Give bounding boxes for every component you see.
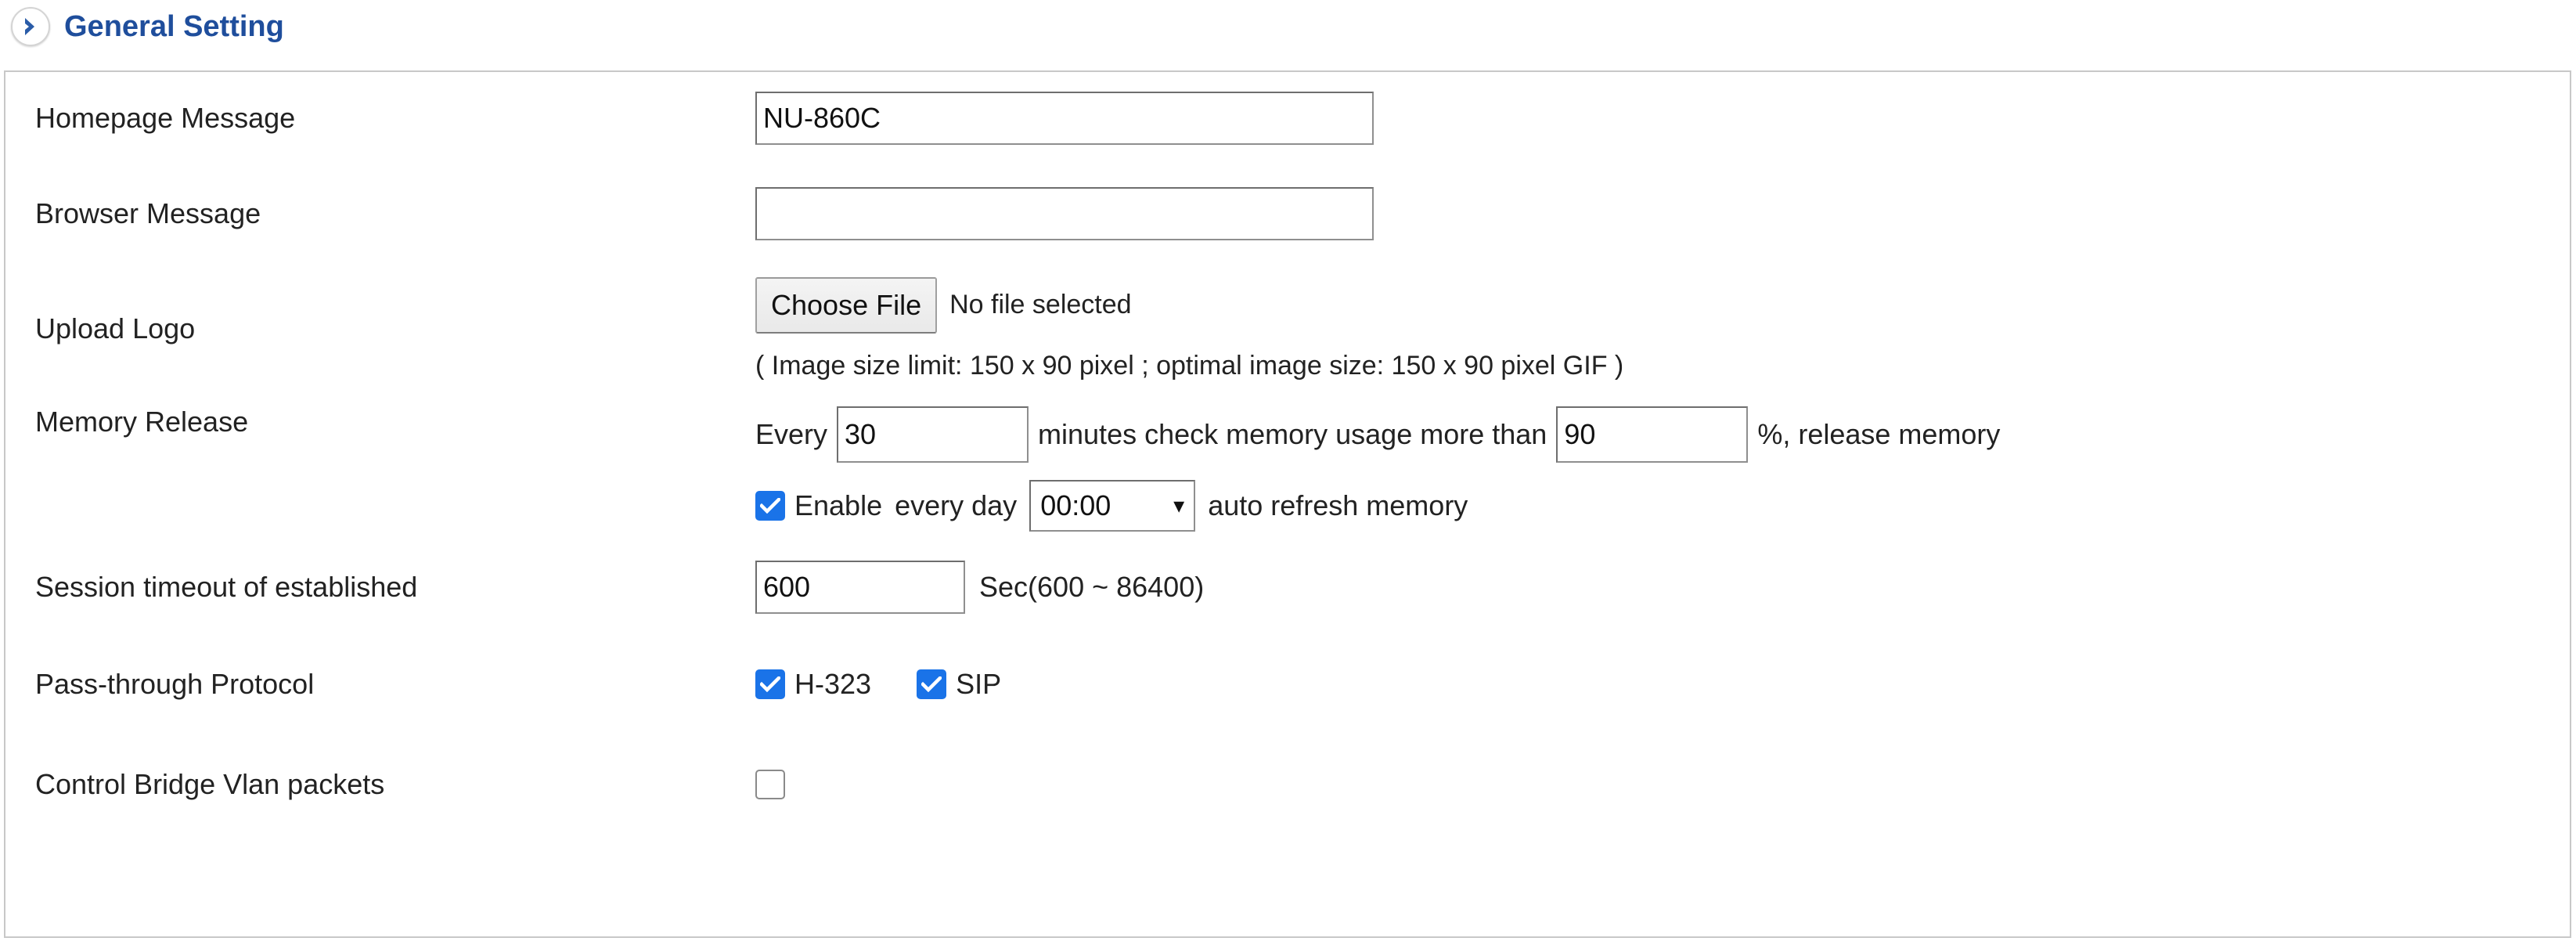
memory-time-value: 00:00 [1040,489,1111,521]
memory-auto-refresh-line: Enable every day 00:00 ▾ auto refresh me… [755,480,2570,532]
section-header: General Setting [11,5,284,49]
choose-file-button[interactable]: Choose File [755,276,938,334]
protocol-options: H-323 SIP [755,668,2570,701]
protocol-sip-label: SIP [956,668,1002,700]
homepage-message-field [755,92,2570,145]
upload-logo-hint: ( Image size limit: 150 x 90 pixel ; opt… [755,350,1624,381]
memory-release-field: Every minutes check memory usage more th… [755,406,2570,532]
upload-logo-field: Choose File No file selected ( Image siz… [755,276,2570,381]
control-bridge-vlan-checkbox[interactable] [755,770,785,799]
memory-time-select[interactable]: 00:00 ▾ [1029,480,1196,532]
browser-message-field [755,186,2570,240]
page-title: General Setting [64,9,284,43]
memory-threshold-input[interactable] [1556,406,1749,463]
row-memory-release: Memory Release Every minutes check memor… [5,395,2570,540]
memory-interval-input[interactable] [837,406,1029,463]
pass-through-protocol-field: H-323 SIP [755,668,2570,701]
memory-release-label: Memory Release [35,406,249,438]
file-status-text: No file selected [949,290,1132,319]
homepage-message-input[interactable] [755,92,1374,145]
row-session-timeout: Session timeout of established Sec(600 ~… [5,540,2570,634]
protocol-h323-label: H-323 [794,668,872,700]
file-picker: Choose File No file selected [755,276,2570,334]
browser-message-label: Browser Message [35,197,261,229]
protocol-h323-checkbox[interactable] [755,669,785,699]
session-timeout-line: Sec(600 ~ 86400) [755,561,2570,614]
chevron-down-icon: ▾ [1173,493,1185,518]
memory-suffix-label: %, release memory [1757,418,2001,450]
pass-through-protocol-label: Pass-through Protocol [35,668,315,701]
chevron-right-circle-icon[interactable] [11,7,50,46]
memory-enable-checkbox[interactable] [755,491,785,521]
protocol-sip-checkbox[interactable] [917,669,947,699]
memory-every-label: Every [755,418,828,450]
session-timeout-hint: Sec(600 ~ 86400) [979,571,1205,603]
row-upload-logo: Upload Logo Choose File No file selected… [5,262,2570,395]
memory-enable-label: Enable [794,489,883,521]
control-bridge-vlan-label: Control Bridge Vlan packets [35,768,385,801]
row-control-bridge-vlan: Control Bridge Vlan packets [5,734,2570,835]
upload-logo-label: Upload Logo [35,312,196,345]
session-timeout-field: Sec(600 ~ 86400) [755,561,2570,614]
memory-release-threshold-line: Every minutes check memory usage more th… [755,406,2570,463]
row-homepage-message: Homepage Message [5,72,2570,164]
row-pass-through-protocol: Pass-through Protocol H-323 SIP [5,634,2570,734]
general-setting-panel: Homepage Message Browser Message Upload … [4,70,2571,938]
session-timeout-label: Session timeout of established [35,571,418,604]
row-browser-message: Browser Message [5,164,2570,262]
memory-auto-refresh-label: auto refresh memory [1208,489,1468,521]
control-bridge-vlan-field [755,770,2570,799]
browser-message-input[interactable] [755,186,1374,240]
memory-every-day-label: every day [895,489,1018,521]
homepage-message-label: Homepage Message [35,102,296,135]
session-timeout-input[interactable] [755,561,965,614]
memory-middle-label: minutes check memory usage more than [1038,418,1547,450]
